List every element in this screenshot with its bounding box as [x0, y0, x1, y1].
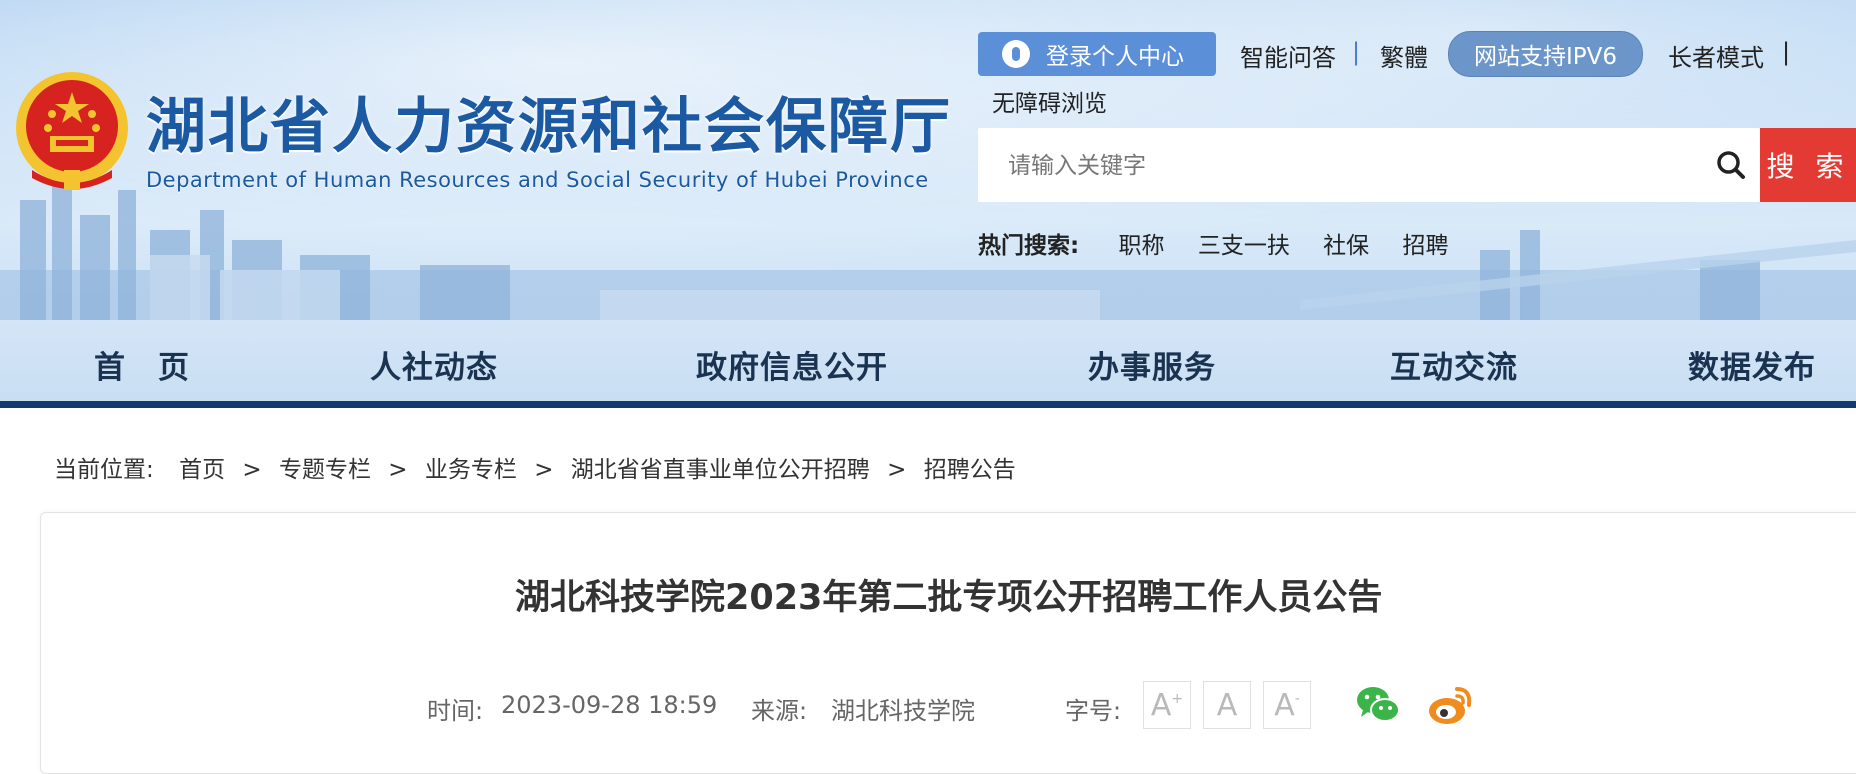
separator: | [1352, 38, 1361, 66]
search-button[interactable]: 搜 索 [1760, 128, 1856, 202]
hot-search-item[interactable]: 社保 [1323, 233, 1369, 259]
ipv6-support-badge[interactable]: 网站支持IPV6 [1448, 31, 1643, 77]
login-personal-center-button[interactable]: 登录个人中心 [978, 32, 1216, 76]
wechat-share-icon[interactable] [1355, 683, 1401, 727]
accessibility-browse-link[interactable]: 无障碍浏览 [992, 84, 1107, 118]
article-time-label: 时间: [427, 697, 484, 725]
article-time: 2023-09-28 18:59 [501, 691, 718, 719]
hot-search-item[interactable]: 三支一扶 [1198, 233, 1290, 259]
breadcrumb-separator: > [388, 457, 408, 483]
separator: | [1782, 38, 1791, 66]
site-title: 湖北省人力资源和社会保障厅 [146, 92, 952, 162]
nav-hr-news[interactable]: 人社动态 [370, 342, 498, 387]
top-links-bar: 登录个人中心 智能问答 | 繁體 网站支持IPV6 长者模式 | 无障碍浏览 [978, 31, 1838, 117]
hot-search: 热门搜索: 职称 三支一扶 社保 招聘 [978, 226, 1448, 260]
nav-services[interactable]: 办事服务 [1088, 342, 1216, 387]
nav-interaction[interactable]: 互动交流 [1390, 342, 1518, 387]
nav-gov-info-disclosure[interactable]: 政府信息公开 [696, 342, 888, 387]
font-size-increase-glyph: A [1150, 687, 1172, 723]
search-box [978, 128, 1760, 202]
font-size-decrease-glyph: A [1274, 687, 1295, 723]
search-input[interactable] [1006, 146, 1650, 186]
user-icon [1002, 40, 1030, 68]
nav-home[interactable]: 首 页 [94, 342, 190, 387]
font-size-increase-button[interactable]: A + [1143, 681, 1191, 729]
weibo-share-icon[interactable] [1427, 683, 1473, 727]
breadcrumb-item[interactable]: 专题专栏 [279, 457, 371, 483]
site-header: 湖北省人力资源和社会保障厅 Department of Human Resour… [0, 0, 1856, 320]
article-title: 湖北科技学院2023年第二批专项公开招聘工作人员公告 [515, 578, 1383, 618]
breadcrumb-item[interactable]: 招聘公告 [924, 457, 1016, 483]
main-nav: 首 页 人社动态 政府信息公开 办事服务 互动交流 数据发布 [0, 320, 1856, 408]
breadcrumb-item[interactable]: 首页 [179, 457, 225, 483]
hot-search-item[interactable]: 招聘 [1402, 233, 1448, 259]
article-source: 湖北科技学院 [831, 697, 975, 725]
login-label: 登录个人中心 [1046, 44, 1184, 70]
hot-search-label: 热门搜索: [978, 233, 1080, 259]
breadcrumb-item[interactable]: 湖北省省直事业单位公开招聘 [571, 457, 870, 483]
hot-search-item[interactable]: 职称 [1119, 233, 1165, 259]
font-size-decrease-button[interactable]: A- [1263, 681, 1311, 729]
breadcrumb-separator: > [534, 457, 554, 483]
article-card: 湖北科技学院2023年第二批专项公开招聘工作人员公告 时间: 2023-09-2… [40, 512, 1856, 774]
breadcrumb: 当前位置: 首页 > 专题专栏 > 业务专栏 > 湖北省省直事业单位公开招聘 >… [54, 450, 1016, 484]
breadcrumb-separator: > [887, 457, 907, 483]
site-subtitle-english: Department of Human Resources and Social… [146, 168, 929, 192]
search-icon[interactable] [1716, 150, 1746, 180]
font-size-default-button[interactable]: A [1203, 681, 1251, 729]
smart-qa-link[interactable]: 智能问答 [1240, 38, 1336, 73]
font-size-label: 字号: [1065, 697, 1122, 725]
elder-mode-link[interactable]: 长者模式 [1668, 38, 1764, 73]
nav-data-release[interactable]: 数据发布 [1688, 342, 1816, 387]
article-source-label: 来源: [751, 697, 808, 725]
breadcrumb-item[interactable]: 业务专栏 [425, 457, 517, 483]
national-emblem-logo [16, 72, 128, 190]
traditional-chinese-link[interactable]: 繁體 [1380, 38, 1428, 73]
font-size-default-glyph: A [1216, 687, 1238, 723]
breadcrumb-separator: > [242, 457, 262, 483]
breadcrumb-label: 当前位置: [54, 457, 154, 483]
